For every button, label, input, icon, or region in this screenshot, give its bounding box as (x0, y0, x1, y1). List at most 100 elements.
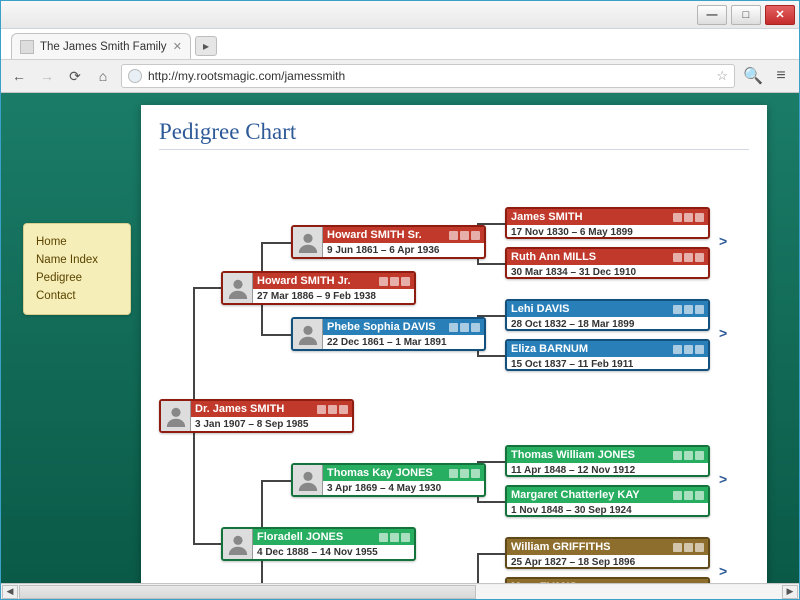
card-icon[interactable] (673, 305, 682, 314)
card-icon[interactable] (684, 543, 693, 552)
card-icon[interactable] (449, 231, 458, 240)
tab-close-icon[interactable]: ✕ (173, 40, 182, 53)
person-name: Howard SMITH Jr. (257, 273, 372, 289)
card-icon[interactable] (684, 305, 693, 314)
card-icon[interactable] (379, 533, 388, 542)
sidebar-item-contact[interactable]: Contact (36, 287, 118, 305)
window-close-button[interactable]: ✕ (765, 5, 795, 25)
card-icon[interactable] (401, 277, 410, 286)
card-icon[interactable] (684, 583, 693, 584)
bookmark-star-icon[interactable]: ☆ (716, 68, 728, 84)
card-icon[interactable] (390, 277, 399, 286)
card-icon[interactable] (684, 491, 693, 500)
person-card-mother[interactable]: Floradell JONES4 Dec 1888 – 14 Nov 1955 (221, 527, 416, 561)
scroll-track[interactable] (19, 585, 781, 599)
home-button[interactable]: ⌂ (93, 66, 113, 86)
person-name: Floradell JONES (257, 529, 372, 545)
person-photo-icon (293, 319, 323, 349)
person-dates: 30 Mar 1834 – 31 Dec 1910 (507, 265, 708, 279)
new-tab-button[interactable]: ▸ (195, 36, 217, 56)
card-icon[interactable] (460, 469, 469, 478)
browser-tab[interactable]: The James Smith Family ✕ (11, 33, 191, 59)
card-icon[interactable] (695, 345, 704, 354)
card-icon[interactable] (695, 213, 704, 222)
card-icon[interactable] (449, 323, 458, 332)
card-icon[interactable] (684, 213, 693, 222)
card-icon[interactable] (673, 491, 682, 500)
person-dates: 1 Nov 1848 – 30 Sep 1924 (507, 503, 708, 517)
card-icon[interactable] (317, 405, 326, 414)
scroll-thumb[interactable] (19, 585, 476, 599)
sidebar-item-home[interactable]: Home (36, 233, 118, 251)
card-icon[interactable] (460, 323, 469, 332)
person-card-ffm[interactable]: Ruth Ann MILLS 30 Mar 1834 – 31 Dec 1910 (505, 247, 710, 279)
horizontal-scrollbar[interactable]: ◀ ▶ (1, 583, 799, 599)
person-card-mff[interactable]: Thomas William JONES 11 Apr 1848 – 12 No… (505, 445, 710, 477)
person-card-fff[interactable]: James SMITH 17 Nov 1830 – 6 May 1899 (505, 207, 710, 239)
person-card-fmm[interactable]: Eliza BARNUM 15 Oct 1837 – 11 Feb 1911 (505, 339, 710, 371)
card-icon[interactable] (695, 583, 704, 584)
url-bar[interactable]: ☆ (121, 64, 735, 88)
card-icon[interactable] (460, 231, 469, 240)
person-dates: 17 Nov 1830 – 6 May 1899 (507, 225, 708, 239)
card-icon[interactable] (684, 253, 693, 262)
expand-arrow[interactable]: > (719, 233, 727, 249)
card-icon[interactable] (673, 451, 682, 460)
browser-toolbar: ← → ⟳ ⌂ ☆ 🔍 ≡ (1, 59, 799, 93)
magnify-icon[interactable]: 🔍 (743, 66, 763, 86)
globe-icon (128, 69, 142, 83)
card-icon[interactable] (695, 253, 704, 262)
card-icon[interactable] (695, 543, 704, 552)
card-icon[interactable] (471, 231, 480, 240)
person-card-mf[interactable]: Thomas Kay JONES3 Apr 1869 – 4 May 1930 (291, 463, 486, 497)
card-icon[interactable] (695, 305, 704, 314)
tab-strip: The James Smith Family ✕ ▸ (1, 29, 799, 59)
card-icon[interactable] (684, 451, 693, 460)
card-icon[interactable] (673, 345, 682, 354)
card-icon[interactable] (471, 323, 480, 332)
card-icon[interactable] (401, 533, 410, 542)
person-card-ff[interactable]: Howard SMITH Sr.9 Jun 1861 – 6 Apr 1936 (291, 225, 486, 259)
card-icon[interactable] (695, 451, 704, 460)
card-icon[interactable] (673, 213, 682, 222)
page-viewport: Home Name Index Pedigree Contact Pedigre… (1, 93, 799, 583)
card-icon[interactable] (695, 491, 704, 500)
scroll-left-icon[interactable]: ◀ (2, 585, 18, 599)
card-icon[interactable] (471, 469, 480, 478)
menu-icon[interactable]: ≡ (771, 66, 791, 86)
sidebar-item-pedigree[interactable]: Pedigree (36, 269, 118, 287)
card-icon[interactable] (328, 405, 337, 414)
person-name: James SMITH (511, 209, 666, 225)
expand-arrow[interactable]: > (719, 471, 727, 487)
person-card-fm[interactable]: Phebe Sophia DAVIS22 Dec 1861 – 1 Mar 18… (291, 317, 486, 351)
person-photo-icon (223, 273, 253, 303)
scroll-right-icon[interactable]: ▶ (782, 585, 798, 599)
sidebar-item-name-index[interactable]: Name Index (36, 251, 118, 269)
person-card-fmf[interactable]: Lehi DAVIS 28 Oct 1832 – 18 Mar 1899 (505, 299, 710, 331)
reload-button[interactable]: ⟳ (65, 66, 85, 86)
card-icon[interactable] (390, 533, 399, 542)
person-name: Howard SMITH Sr. (327, 227, 442, 243)
person-card-mmf[interactable]: William GRIFFITHS 25 Apr 1827 – 18 Sep 1… (505, 537, 710, 569)
expand-arrow[interactable]: > (719, 325, 727, 341)
expand-arrow[interactable]: > (719, 563, 727, 579)
card-icon[interactable] (684, 345, 693, 354)
url-input[interactable] (148, 69, 710, 83)
window-maximize-button[interactable]: □ (731, 5, 761, 25)
person-card-mmm[interactable]: Mary EVANS 23 Apr 1832 – 4 Feb 1909 (505, 577, 710, 583)
person-dates: 11 Apr 1848 – 12 Nov 1912 (507, 463, 708, 477)
card-icon[interactable] (379, 277, 388, 286)
forward-button[interactable]: → (37, 66, 57, 86)
window-minimize-button[interactable]: — (697, 5, 727, 25)
back-button[interactable]: ← (9, 66, 29, 86)
card-icon[interactable] (673, 253, 682, 262)
card-icon[interactable] (449, 469, 458, 478)
person-card-root[interactable]: Dr. James SMITH 3 Jan 1907 – 8 Sep 1985 (159, 399, 354, 433)
card-icon[interactable] (673, 543, 682, 552)
person-card-father[interactable]: Howard SMITH Jr.27 Mar 1886 – 9 Feb 1938 (221, 271, 416, 305)
person-dates: 9 Jun 1861 – 6 Apr 1936 (323, 243, 484, 259)
person-name: Margaret Chatterley KAY (511, 487, 666, 503)
card-icon[interactable] (339, 405, 348, 414)
person-card-mfm[interactable]: Margaret Chatterley KAY 1 Nov 1848 – 30 … (505, 485, 710, 517)
card-icon[interactable] (673, 583, 682, 584)
